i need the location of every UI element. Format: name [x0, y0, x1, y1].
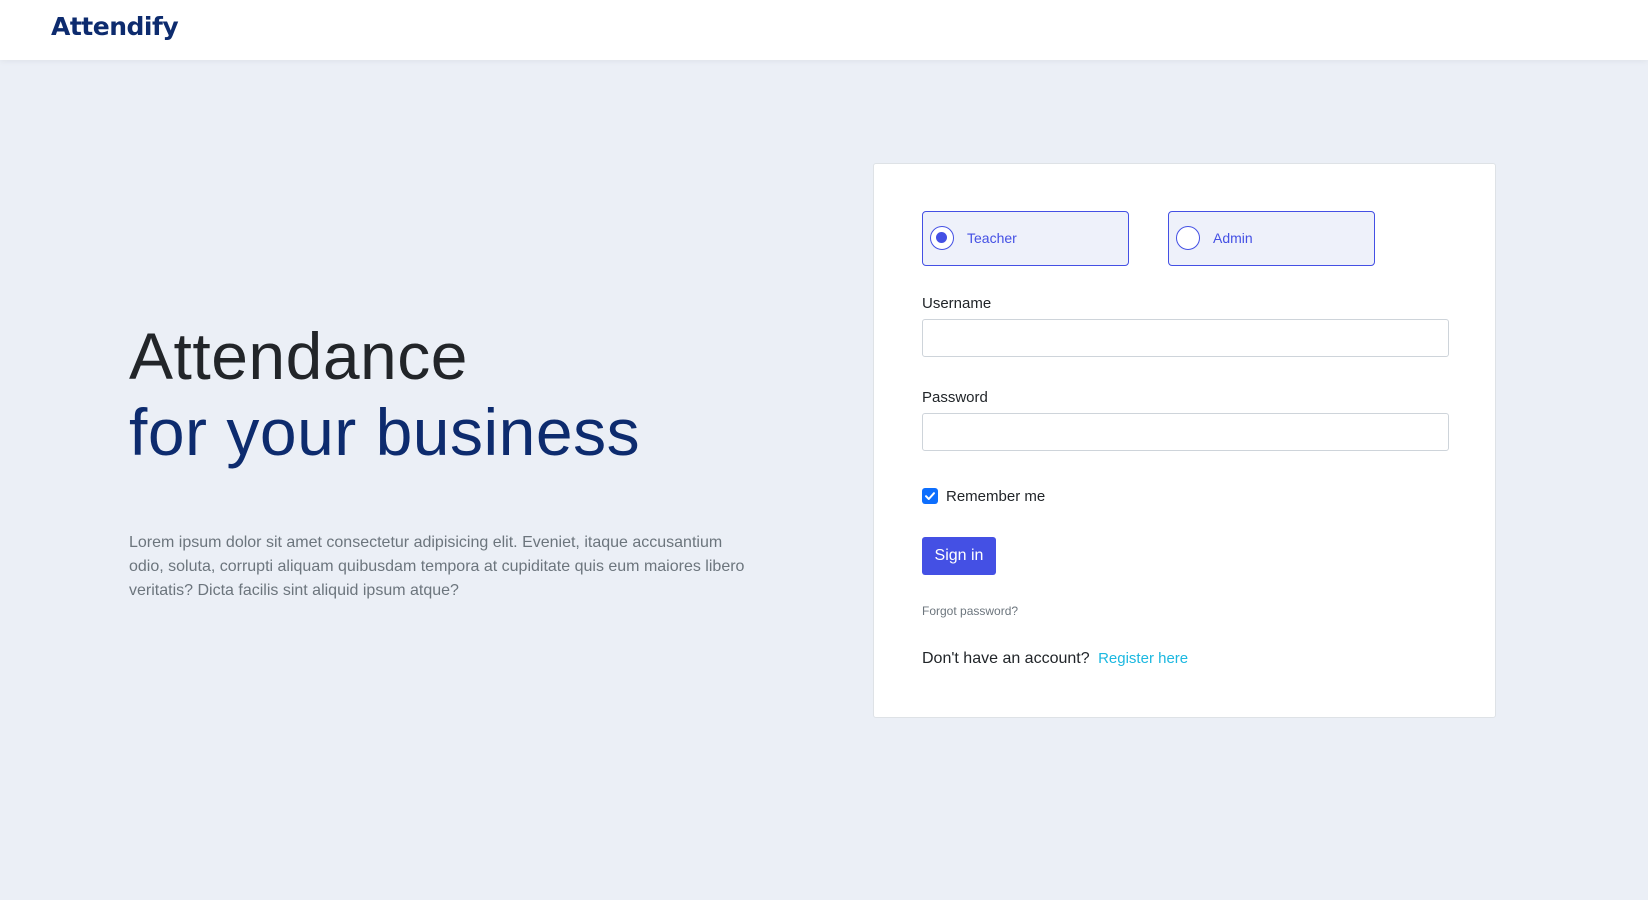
register-prompt: Don't have an account?: [922, 650, 1090, 667]
login-card: Teacher Admin Username Password Remember…: [873, 163, 1496, 718]
radio-button-teacher[interactable]: [930, 226, 954, 250]
hero-title-line1: Attendance: [129, 319, 468, 393]
username-label: Username: [922, 295, 992, 312]
hero-title: Attendance for your business: [129, 318, 769, 470]
role-option-teacher[interactable]: Teacher: [922, 211, 1129, 266]
remember-me-checkbox[interactable]: [922, 488, 938, 504]
radio-selected-dot: [936, 232, 947, 243]
forgot-password-link[interactable]: Forgot password?: [922, 604, 1018, 618]
username-input[interactable]: [922, 319, 1449, 357]
sign-in-button[interactable]: Sign in: [922, 537, 996, 575]
brand-logo[interactable]: Attendify: [51, 12, 179, 41]
hero-title-line2: for your business: [129, 395, 641, 469]
role-label-admin: Admin: [1213, 230, 1253, 246]
register-row: Don't have an account? Register here: [922, 650, 1188, 668]
radio-button-admin[interactable]: [1176, 226, 1200, 250]
password-label: Password: [922, 389, 988, 406]
top-navbar: Attendify: [0, 0, 1648, 60]
register-link[interactable]: Register here: [1098, 650, 1188, 667]
role-option-admin[interactable]: Admin: [1168, 211, 1375, 266]
password-input[interactable]: [922, 413, 1449, 451]
remember-me-label: Remember me: [946, 488, 1046, 505]
checkmark-icon: [925, 492, 935, 500]
role-label-teacher: Teacher: [967, 230, 1017, 246]
hero-description: Lorem ipsum dolor sit amet consectetur a…: [129, 534, 745, 599]
